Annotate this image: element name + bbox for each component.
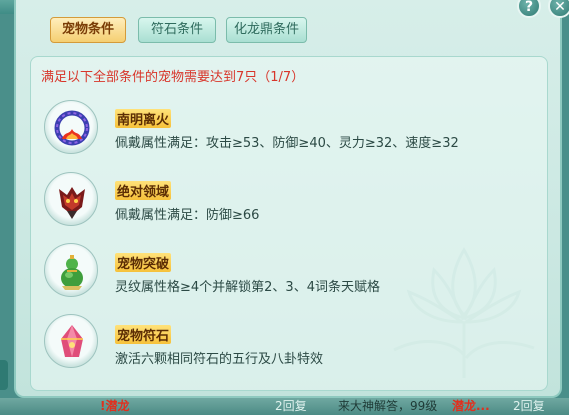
ticker-mid-text[interactable]: 来大神解答，99级 (338, 398, 437, 415)
tab-rune-conditions[interactable]: 符石条件 (138, 17, 216, 43)
ticker-mid-red-text[interactable]: 潜龙... (452, 398, 490, 415)
condition-item (44, 314, 110, 380)
ticker-left-text[interactable]: !潜龙 (100, 398, 129, 415)
condition-description: 佩戴属性满足：防御≥66 (115, 208, 260, 223)
side-tab-handle[interactable] (0, 360, 8, 390)
condition-description: 灵纹属性格≥4个并解锁第2、3、4词条天赋格 (115, 280, 380, 295)
chat-ticker-bar: !潜龙 2回复 来大神解答，99级 潜龙... 2回复 (0, 398, 569, 415)
tab-dragon-cauldron-conditions[interactable]: 化龙鼎条件 (226, 17, 307, 43)
demon-mask-icon (44, 172, 98, 226)
ticker-reply-count: 2回复 (513, 399, 545, 413)
condition-title: 宠物突破 (115, 253, 172, 272)
condition-item (44, 243, 110, 309)
rune-crystal-icon (44, 314, 98, 368)
condition-title: 绝对领域 (115, 181, 172, 200)
requirement-text: 满足以下全部条件的宠物需要达到7只（1/7） (41, 70, 305, 85)
condition-item (44, 172, 110, 238)
condition-item (44, 100, 110, 166)
condition-title: 宠物符石 (115, 325, 172, 344)
gourd-icon (44, 243, 98, 297)
condition-description: 激活六颗相同符石的五行及八卦特效 (115, 352, 324, 367)
tab-pet-conditions[interactable]: 宠物条件 (50, 17, 126, 43)
ticker-reply-count: 2回复 (275, 399, 307, 413)
fire-ring-icon (44, 100, 98, 154)
condition-description: 佩戴属性满足：攻击≥53、防御≥40、灵力≥32、速度≥32 (115, 136, 459, 151)
condition-title: 南明离火 (115, 109, 172, 128)
